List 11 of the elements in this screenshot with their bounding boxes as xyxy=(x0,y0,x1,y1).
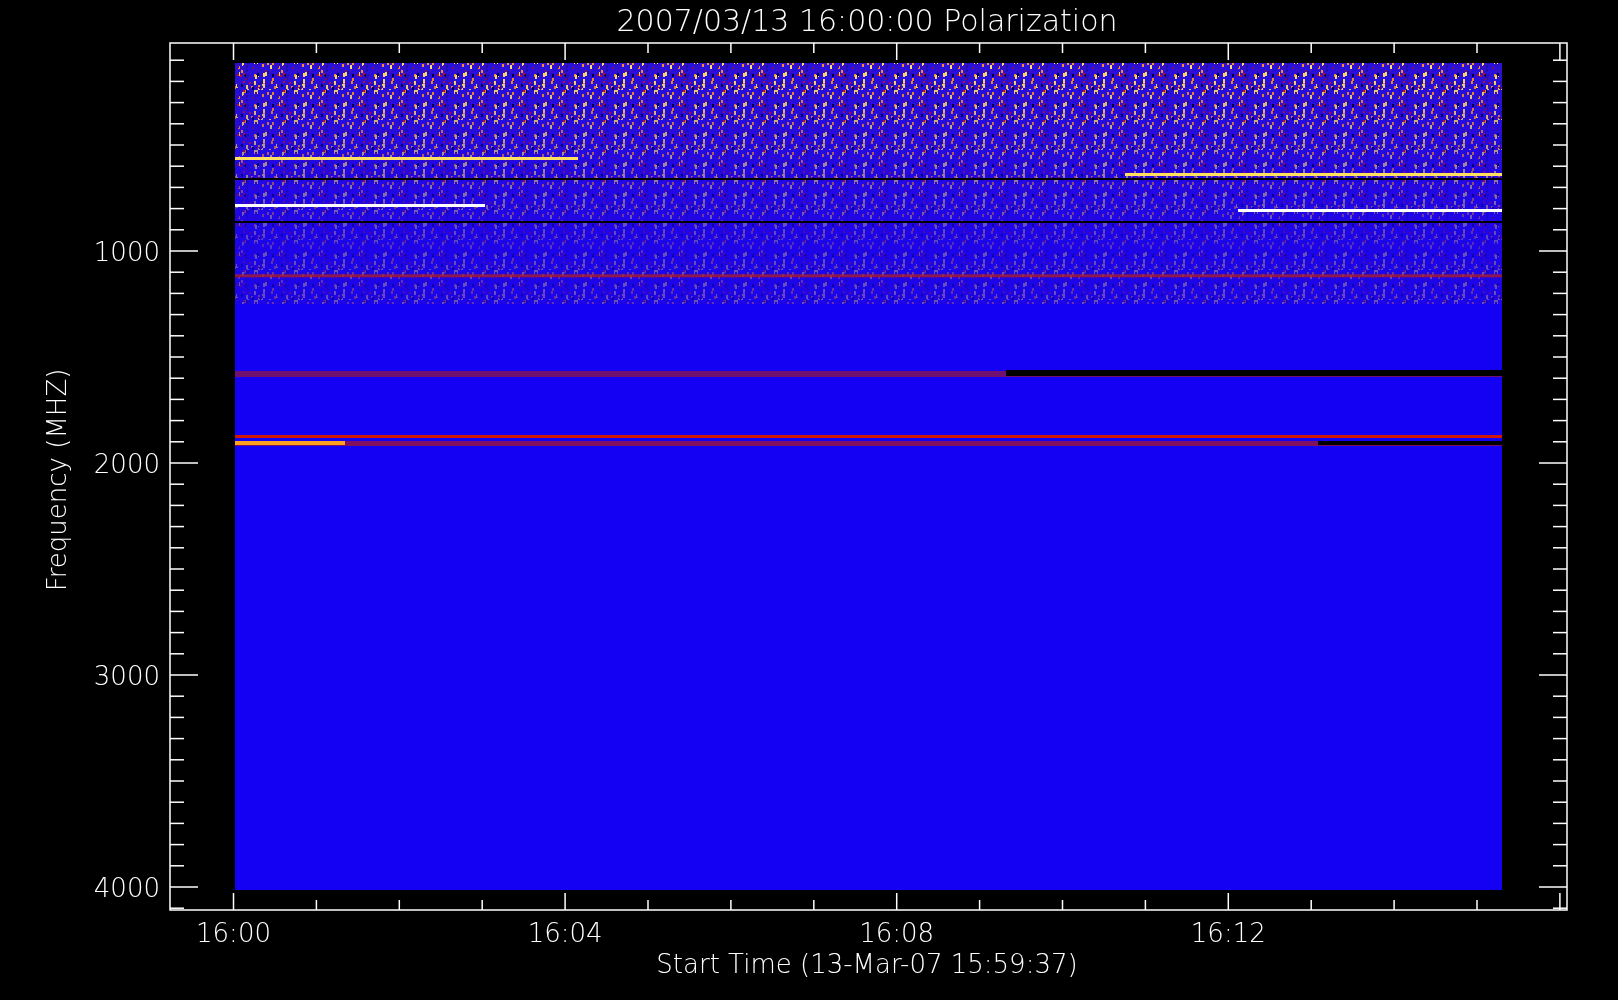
x-tick-label: 16:04 xyxy=(527,918,603,948)
y-tick-label: 4000 xyxy=(93,873,160,903)
y-tick-label: 3000 xyxy=(93,661,160,691)
x-tick-label: 16:12 xyxy=(1190,918,1266,948)
y-axis-label: Frequency (MHZ) xyxy=(42,368,72,592)
x-tick-label: 16:08 xyxy=(859,918,935,948)
y-tick-label: 2000 xyxy=(93,449,160,479)
x-tick-label: 16:00 xyxy=(196,918,271,948)
y-tick-label: 1000 xyxy=(93,237,160,267)
x-axis-label: Start Time (13-Mar-07 15:59:37) xyxy=(656,949,1078,979)
chart-title: 2007/03/13 16:00:00 Polarization xyxy=(616,3,1118,38)
